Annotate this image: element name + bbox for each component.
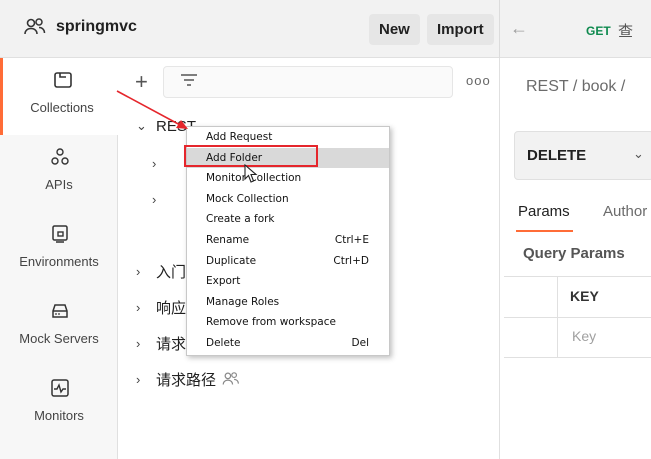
menu-item-monitor-collection[interactable]: Monitor Collection <box>187 168 389 188</box>
menu-item-label: Remove from workspace <box>206 316 336 329</box>
key-input[interactable]: Key <box>572 328 596 344</box>
left-sidebar: Collections APIs Environments Mock Serve… <box>0 58 118 459</box>
team-icon <box>24 18 46 35</box>
chevron-down-icon[interactable]: ⌄ <box>633 146 644 162</box>
tree-item-label: 响应 <box>156 299 187 317</box>
sidebar-item-monitors[interactable]: Monitors <box>0 366 118 443</box>
sidebar-item-label: APIs <box>45 177 73 192</box>
mouse-cursor-icon <box>244 164 258 183</box>
filter-input[interactable] <box>163 66 453 98</box>
sidebar-item-collections[interactable]: Collections <box>0 58 118 135</box>
sidebar-item-label: Collections <box>30 100 94 115</box>
sidebar-item-mock-servers[interactable]: Mock Servers <box>0 289 118 366</box>
tree-item[interactable]: › 响应 <box>136 297 186 317</box>
menu-item-shortcut: Ctrl+D <box>333 254 369 267</box>
tree-item[interactable]: › 请求 <box>136 333 186 353</box>
tree-item-label: 入门 <box>156 263 187 281</box>
chevron-right-icon[interactable]: › <box>152 192 172 207</box>
tree-item[interactable]: › <box>152 189 172 209</box>
chevron-right-icon[interactable]: › <box>136 300 156 315</box>
menu-item-export[interactable]: Export <box>187 271 389 291</box>
chevron-right-icon[interactable]: › <box>152 156 172 171</box>
sidebar-item-label: Monitors <box>34 408 84 423</box>
tree-item-label: 请求 <box>156 335 187 353</box>
chevron-right-icon[interactable]: › <box>136 372 156 387</box>
tree-item[interactable]: › 请求路径 <box>136 369 240 389</box>
filter-icon <box>181 74 197 86</box>
tab-authorization[interactable]: Author <box>603 203 647 220</box>
menu-item-label: Mock Collection <box>206 192 289 205</box>
chevron-right-icon[interactable]: › <box>136 336 156 351</box>
more-options-icon[interactable]: ooo <box>466 73 491 88</box>
sidebar-item-label: Mock Servers <box>19 331 99 346</box>
tree-item[interactable]: › 入门 <box>136 261 186 281</box>
top-bar: springmvc New Import ← GET 查 <box>0 0 651 58</box>
plus-icon[interactable]: + <box>135 69 148 95</box>
menu-item-label: Create a fork <box>206 213 275 226</box>
table-divider <box>504 317 651 318</box>
menu-item-shortcut: Ctrl+E <box>334 234 369 246</box>
team-icon <box>222 372 239 385</box>
menu-item-create-fork[interactable]: Create a fork <box>187 209 389 229</box>
tree-item[interactable]: › <box>152 153 172 173</box>
tab-method-badge[interactable]: GET <box>586 24 611 38</box>
back-arrow-icon[interactable]: ← <box>510 18 528 39</box>
chevron-down-icon[interactable]: ⌄ <box>136 118 156 134</box>
menu-item-label: Manage Roles <box>206 295 280 308</box>
top-divider <box>499 0 500 58</box>
menu-item-shortcut: Del <box>351 337 369 349</box>
workspace-name: springmvc <box>56 18 137 35</box>
active-tab-indicator <box>516 230 573 232</box>
tab-title[interactable]: 查 <box>618 20 633 41</box>
menu-item-rename[interactable]: Rename Ctrl+E <box>187 230 389 250</box>
environments-icon <box>52 225 68 243</box>
sidebar-item-environments[interactable]: Environments <box>0 212 118 289</box>
chevron-right-icon[interactable]: › <box>136 264 156 279</box>
menu-item-label: Export <box>206 275 241 288</box>
query-params-title: Query Params <box>523 245 625 262</box>
menu-item-mock-collection[interactable]: Mock Collection <box>187 189 389 209</box>
mock-servers-icon <box>52 304 68 318</box>
tree-item-label: 请求路径 <box>156 371 217 389</box>
menu-item-label: Rename <box>206 234 250 246</box>
menu-item-add-request[interactable]: Add Request <box>187 127 389 147</box>
workspace-switcher[interactable]: springmvc <box>24 18 137 36</box>
sidebar-item-apis[interactable]: APIs <box>0 135 118 212</box>
breadcrumb: REST / book / <box>526 78 626 95</box>
menu-item-remove-from-workspace[interactable]: Remove from workspace <box>187 312 389 332</box>
menu-item-duplicate[interactable]: Duplicate Ctrl+D <box>187 251 389 271</box>
sidebar-item-label: Environments <box>19 254 99 269</box>
import-button[interactable]: Import <box>427 14 494 45</box>
monitors-icon <box>51 379 69 397</box>
menu-item-label: Duplicate <box>206 254 257 267</box>
menu-item-delete[interactable]: Delete Del <box>187 333 389 353</box>
menu-item-manage-roles[interactable]: Manage Roles <box>187 292 389 312</box>
tab-params[interactable]: Params <box>518 203 570 220</box>
new-button[interactable]: New <box>369 14 420 45</box>
table-header-key: KEY <box>570 288 599 304</box>
method-label: DELETE <box>527 147 587 164</box>
menu-item-label: Delete <box>206 337 241 349</box>
menu-item-label: Add Request <box>206 131 273 143</box>
collections-icon <box>54 72 72 88</box>
apis-icon <box>51 148 69 165</box>
